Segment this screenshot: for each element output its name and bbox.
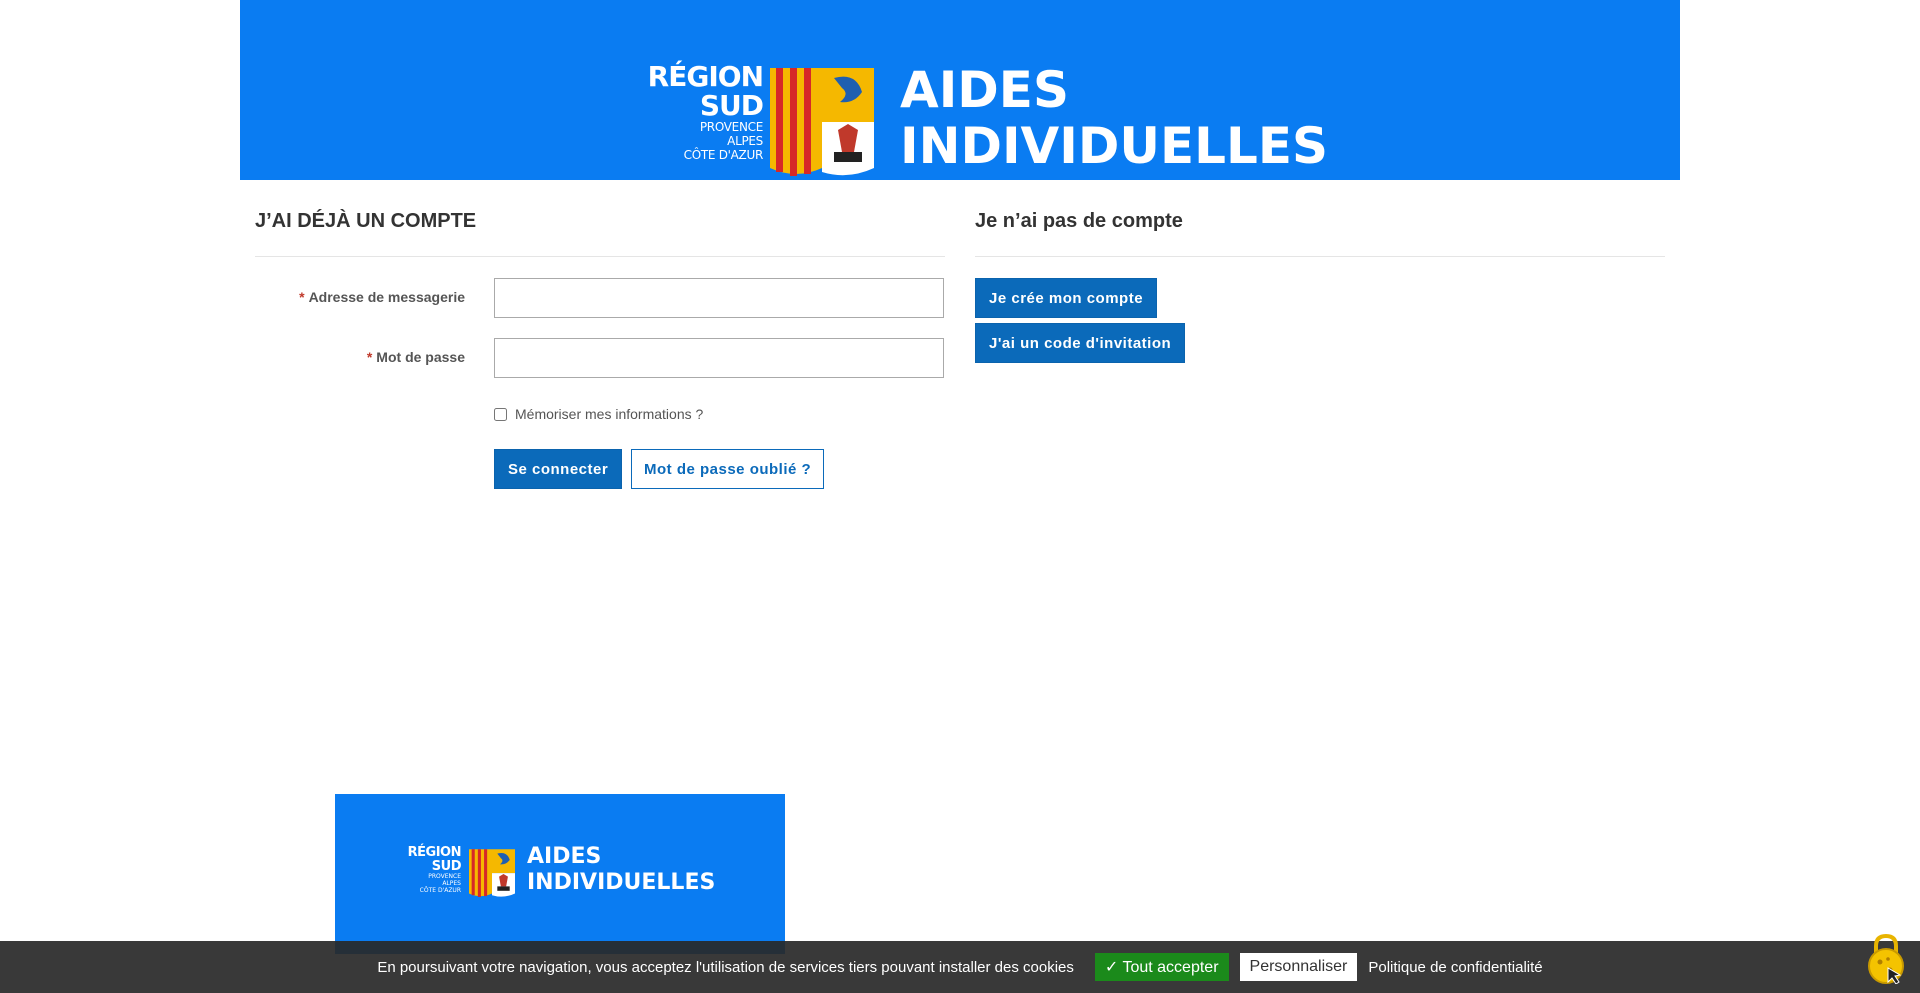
required-mark: * xyxy=(299,289,305,305)
footer-coat-of-arms-icon xyxy=(469,849,515,897)
personalize-cookies-button[interactable]: Personnaliser xyxy=(1239,953,1358,981)
header-banner: RÉGION SUD PROVENCE ALPES CÔTE D'AZUR AI… xyxy=(240,0,1680,180)
coat-of-arms-icon xyxy=(770,68,874,176)
privacy-policy-link[interactable]: Politique de confidentialité xyxy=(1368,959,1542,976)
footer-region-logo-text: RÉGION SUD PROVENCE ALPES CÔTE D'AZUR xyxy=(407,845,462,895)
accept-all-cookies-button[interactable]: ✓ Tout accepter xyxy=(1094,953,1229,981)
footer-banner: RÉGION SUD PROVENCE ALPES CÔTE D'AZUR AI… xyxy=(335,794,785,954)
region-logo-text: RÉGION SUD PROVENCE ALPES CÔTE D'AZUR xyxy=(647,60,764,163)
forgot-password-button[interactable]: Mot de passe oublié ? xyxy=(631,449,825,489)
login-heading: J’AI DÉJÀ UN COMPTE xyxy=(255,210,477,232)
remember-checkbox[interactable] xyxy=(494,407,507,421)
login-button[interactable]: Se connecter xyxy=(494,449,623,489)
required-mark: * xyxy=(366,349,373,365)
footer-site-title: AIDES INDIVIDUELLES xyxy=(527,844,716,895)
password-field[interactable] xyxy=(494,338,944,378)
cookie-message: En poursuivant votre navigation, vous ac… xyxy=(377,958,1074,976)
login-divider xyxy=(255,256,945,257)
cookie-lock-icon[interactable] xyxy=(1866,932,1906,984)
signup-heading: Je n’ai pas de compte xyxy=(975,210,1183,232)
remember-me: Mémoriser mes informations ? xyxy=(494,406,703,422)
email-label: * Adresse de messagerie xyxy=(299,289,465,305)
email-field[interactable] xyxy=(494,278,944,318)
remember-label: Mémoriser mes informations ? xyxy=(515,406,704,422)
password-label: * Mot de passe xyxy=(366,349,465,365)
cookie-consent-bar: En poursuivant votre navigation, vous ac… xyxy=(0,941,1920,993)
site-title: AIDES INDIVIDUELLES xyxy=(900,61,1329,175)
check-icon: ✓ xyxy=(1104,959,1119,976)
signup-divider xyxy=(975,256,1665,257)
create-account-button[interactable]: Je crée mon compte xyxy=(975,278,1158,318)
invitation-code-button[interactable]: J'ai un code d'invitation xyxy=(975,323,1186,363)
